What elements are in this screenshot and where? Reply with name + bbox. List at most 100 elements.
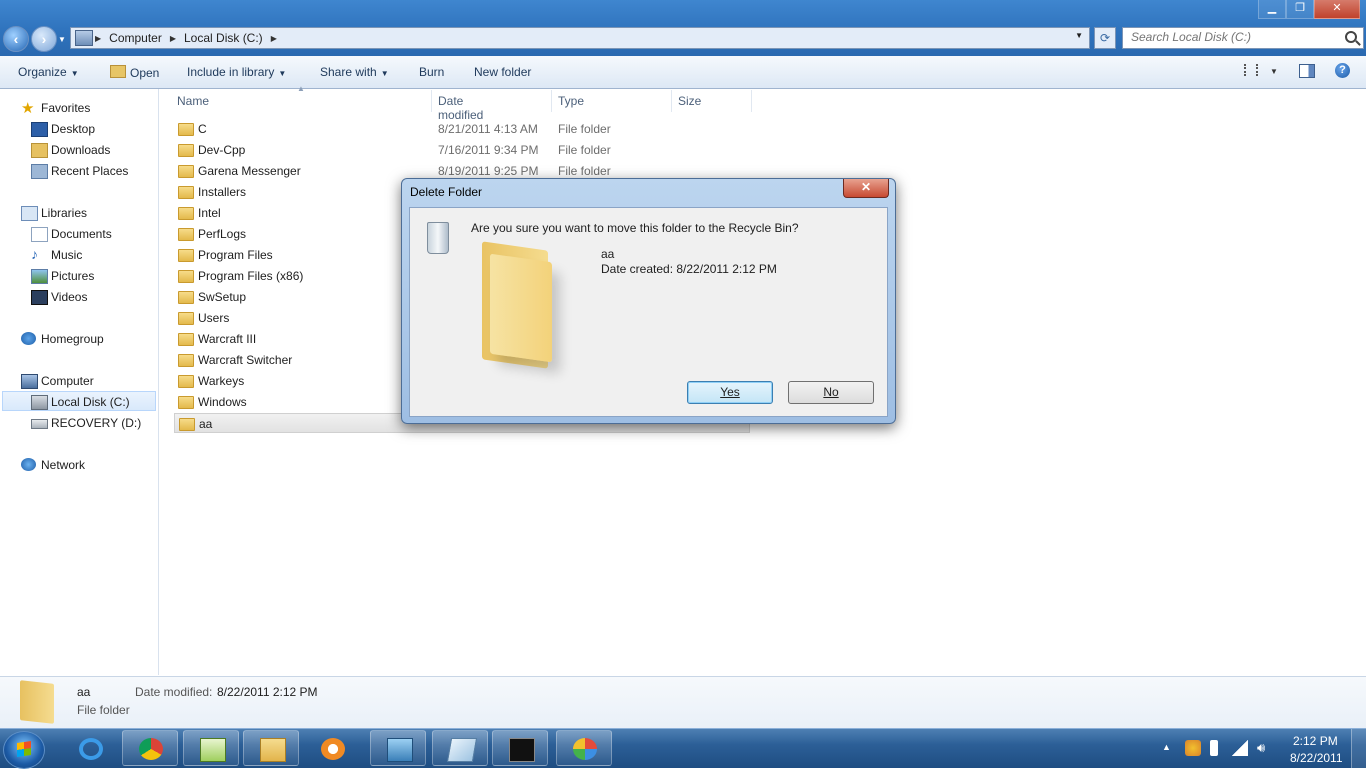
folder-icon: [178, 333, 194, 346]
chevron-down-icon[interactable]: ▼: [1270, 67, 1278, 76]
taskbar-internet-explorer[interactable]: [62, 730, 118, 766]
new-folder-button[interactable]: New folder: [474, 65, 531, 79]
chevron-right-icon[interactable]: ▶: [93, 34, 103, 43]
nav-label: Local Disk (C:): [51, 395, 130, 409]
yes-button[interactable]: Yes: [687, 381, 773, 404]
nav-recent-places[interactable]: Recent Places: [31, 164, 128, 179]
command-bar: Organize ▼ Open Include in library ▼ Share…: [0, 56, 1366, 89]
details-name: aa: [77, 685, 91, 699]
start-button[interactable]: [3, 731, 45, 769]
taskbar-paint[interactable]: [556, 730, 612, 766]
file-name: Intel: [198, 206, 221, 220]
sort-ascending-icon: ▲: [297, 84, 305, 93]
nav-documents[interactable]: Documents: [31, 227, 112, 242]
include-in-library-menu[interactable]: Include in library ▼: [187, 65, 286, 79]
taskbar-command-prompt[interactable]: [492, 730, 548, 766]
burn-button[interactable]: Burn: [419, 65, 444, 79]
minimize-button[interactable]: ▁: [1258, 0, 1286, 19]
file-row[interactable]: Dev-Cpp 7/16/2011 9:34 PM File folder: [174, 140, 750, 160]
taskbar-photo-viewer[interactable]: [370, 730, 426, 766]
nav-homegroup[interactable]: Homegroup: [21, 332, 104, 346]
show-hidden-icons[interactable]: ▲: [1162, 742, 1171, 752]
nav-music[interactable]: ♪ Music: [31, 246, 82, 262]
taskbar-media-player[interactable]: [304, 730, 360, 766]
nav-label: Videos: [51, 290, 88, 304]
help-icon[interactable]: ?: [1335, 63, 1350, 78]
refresh-button[interactable]: ⟳: [1094, 27, 1116, 49]
downloads-folder-icon: [31, 143, 48, 158]
no-button[interactable]: No: [788, 381, 874, 404]
column-divider[interactable]: [671, 90, 672, 112]
folder-icon: [178, 270, 194, 283]
folder-icon: [178, 207, 194, 220]
search-icon[interactable]: [1345, 31, 1357, 43]
address-bar[interactable]: ▶ Computer ▶ Local Disk (C:) ▶ ▼: [70, 27, 1090, 49]
taskbar-notepad[interactable]: [183, 730, 239, 766]
nav-downloads[interactable]: Downloads: [31, 143, 110, 158]
pictures-icon: [31, 269, 48, 284]
file-row[interactable]: C 8/21/2011 4:13 AM File folder: [174, 119, 750, 139]
nav-computer[interactable]: Computer: [21, 374, 94, 389]
recent-pages-dropdown-icon[interactable]: ▼: [58, 35, 66, 44]
item-name: aa: [601, 247, 615, 261]
taskbar-chrome[interactable]: [122, 730, 178, 766]
nav-label: Desktop: [51, 122, 96, 136]
column-type[interactable]: Type: [558, 94, 584, 108]
clock-date[interactable]: 8/22/2011: [1290, 751, 1343, 765]
open-button[interactable]: Open: [110, 65, 159, 80]
nav-label: Favorites: [41, 101, 91, 115]
battery-icon[interactable]: [1210, 740, 1218, 756]
clock-time[interactable]: 2:12 PM: [1293, 734, 1338, 748]
music-note-icon: ♪: [31, 246, 38, 262]
file-type: File folder: [558, 122, 611, 136]
column-size[interactable]: Size: [678, 94, 701, 108]
restore-button[interactable]: ❐: [1286, 0, 1314, 19]
breadcrumb-computer[interactable]: Computer: [103, 31, 168, 45]
command-prompt-icon: [509, 738, 535, 762]
folder-icon: [482, 241, 552, 369]
close-button[interactable]: ✕: [1314, 0, 1360, 19]
taskbar-explorer[interactable]: [243, 730, 299, 766]
dialog-close-button[interactable]: ✕: [843, 179, 889, 198]
search-input[interactable]: [1123, 28, 1341, 46]
chevron-right-icon[interactable]: ▶: [269, 34, 279, 43]
nav-videos[interactable]: Videos: [31, 290, 88, 305]
change-view-icon[interactable]: [1244, 64, 1258, 76]
folder-icon: [260, 738, 286, 762]
volume-icon[interactable]: 🔊︎: [1257, 740, 1273, 756]
videos-icon: [31, 290, 48, 305]
forward-button[interactable]: ›: [31, 26, 57, 52]
preview-pane-icon[interactable]: [1299, 64, 1315, 78]
signal-icon[interactable]: [1232, 740, 1248, 756]
file-name: Warcraft III: [198, 332, 257, 346]
column-date-modified[interactable]: Date modified: [438, 94, 483, 122]
organize-label: Organize: [18, 65, 67, 79]
nav-favorites[interactable]: ★ Favorites: [21, 100, 91, 117]
column-divider[interactable]: [431, 90, 432, 112]
nav-network[interactable]: Network: [21, 458, 85, 472]
item-date-created: Date created: 8/22/2011 2:12 PM: [601, 262, 777, 276]
column-divider[interactable]: [551, 90, 552, 112]
nav-pictures[interactable]: Pictures: [31, 269, 94, 284]
tray-app-icon[interactable]: [1185, 740, 1201, 756]
back-button[interactable]: ‹: [3, 26, 29, 52]
column-divider[interactable]: [751, 90, 752, 112]
address-dropdown-icon[interactable]: ▼: [1075, 31, 1083, 40]
search-box[interactable]: [1122, 27, 1364, 49]
taskbar-app[interactable]: [432, 730, 488, 766]
file-type: File folder: [558, 143, 611, 157]
file-name: Program Files: [198, 248, 273, 262]
nav-libraries[interactable]: Libraries: [21, 206, 87, 221]
navigation-pane: ★ Favorites Desktop Downloads Recent Plac…: [0, 89, 159, 675]
show-desktop-button[interactable]: [1351, 729, 1366, 768]
breadcrumb-local-disk[interactable]: Local Disk (C:): [178, 31, 269, 45]
nav-local-disk[interactable]: Local Disk (C:): [31, 395, 130, 410]
chevron-right-icon[interactable]: ▶: [168, 34, 178, 43]
recycle-bin-icon: [427, 222, 449, 254]
organize-menu[interactable]: Organize ▼: [18, 65, 79, 79]
nav-desktop[interactable]: Desktop: [31, 122, 96, 137]
nav-label: Homegroup: [41, 332, 104, 346]
share-with-menu[interactable]: Share with ▼: [320, 65, 389, 79]
nav-recovery[interactable]: RECOVERY (D:): [31, 416, 141, 430]
column-name[interactable]: Name: [177, 94, 209, 108]
